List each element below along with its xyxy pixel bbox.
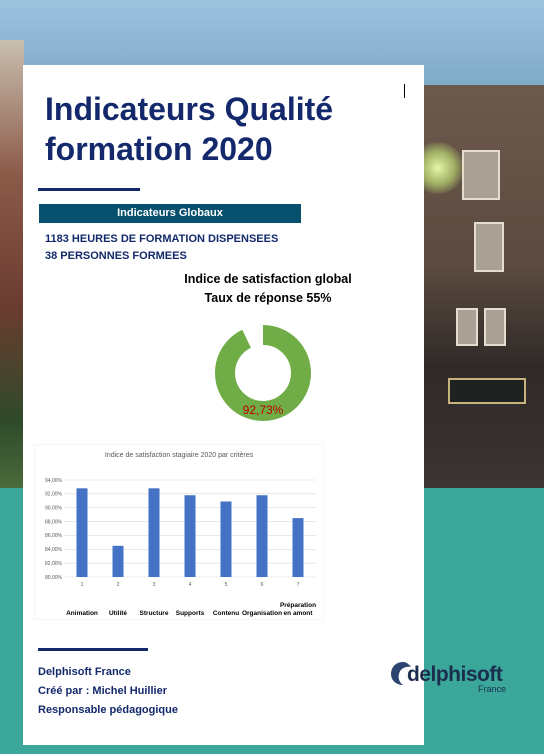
- x-tick-label: 1: [81, 582, 84, 588]
- donut-arc: [215, 325, 311, 421]
- footer-divider: [38, 648, 148, 651]
- y-tick-label: 90,00%: [45, 506, 63, 512]
- title-underline: [38, 188, 140, 191]
- criteria-bar-chart: Indice de satisfaction stagiaire 2020 pa…: [34, 444, 324, 620]
- x-tick-label: 2: [117, 582, 120, 588]
- bar-7: [292, 518, 304, 577]
- page-title: Indicateurs Qualité formation 2020: [45, 89, 405, 169]
- y-tick-label: 92,00%: [45, 492, 63, 498]
- background-shop-sign: [448, 378, 526, 404]
- x-tick-label: 7: [297, 582, 300, 588]
- footer-role: Responsable pédagogique: [38, 704, 178, 716]
- bar-5: [220, 501, 232, 577]
- donut-value-label: 92,73%: [242, 403, 284, 417]
- bar-6: [256, 495, 268, 577]
- bar-4: [184, 495, 196, 577]
- x-tick-label: 3: [153, 582, 156, 588]
- y-tick-label: 86,00%: [45, 533, 63, 539]
- y-tick-label: 94,00%: [45, 478, 63, 484]
- category-label: Préparation en amont: [279, 602, 317, 617]
- y-tick-label: 84,00%: [45, 547, 63, 553]
- chart-title: Indice de satisfaction stagiaire 2020 pa…: [105, 452, 254, 459]
- stat-people: 38 PERSONNES FORMEES: [45, 250, 187, 262]
- background-window: [474, 222, 504, 272]
- y-tick-label: 80,00%: [45, 575, 63, 581]
- x-tick-label: 6: [261, 582, 264, 588]
- y-tick-label: 88,00%: [45, 519, 63, 525]
- x-tick-label: 4: [189, 582, 192, 588]
- title-line-2: formation 2020: [45, 131, 273, 167]
- section-header-indicateurs-globaux: Indicateurs Globaux: [39, 204, 301, 223]
- x-tick-label: 5: [225, 582, 228, 588]
- y-tick-label: 82,00%: [45, 561, 63, 567]
- bar-2: [112, 545, 124, 577]
- background-window: [456, 308, 478, 346]
- stat-hours: 1183 HEURES DE FORMATION DISPENSEES: [45, 233, 279, 245]
- bar-1: [76, 488, 88, 577]
- title-line-1: Indicateurs Qualité: [45, 91, 334, 127]
- response-rate: Taux de réponse 55%: [204, 291, 332, 305]
- footer-company: Delphisoft France: [38, 666, 131, 678]
- background-window: [484, 308, 506, 346]
- footer-created-by: Créé par : Michel Huillier: [38, 685, 167, 697]
- background-left-building: [0, 40, 24, 488]
- satisfaction-title: Indice de satisfaction global: [184, 272, 352, 286]
- logo-subtitle: France: [478, 684, 507, 694]
- background-window: [462, 150, 500, 200]
- document-page[interactable]: Indicateurs Qualité formation 2020 Indic…: [23, 65, 424, 745]
- bar-3: [148, 488, 160, 577]
